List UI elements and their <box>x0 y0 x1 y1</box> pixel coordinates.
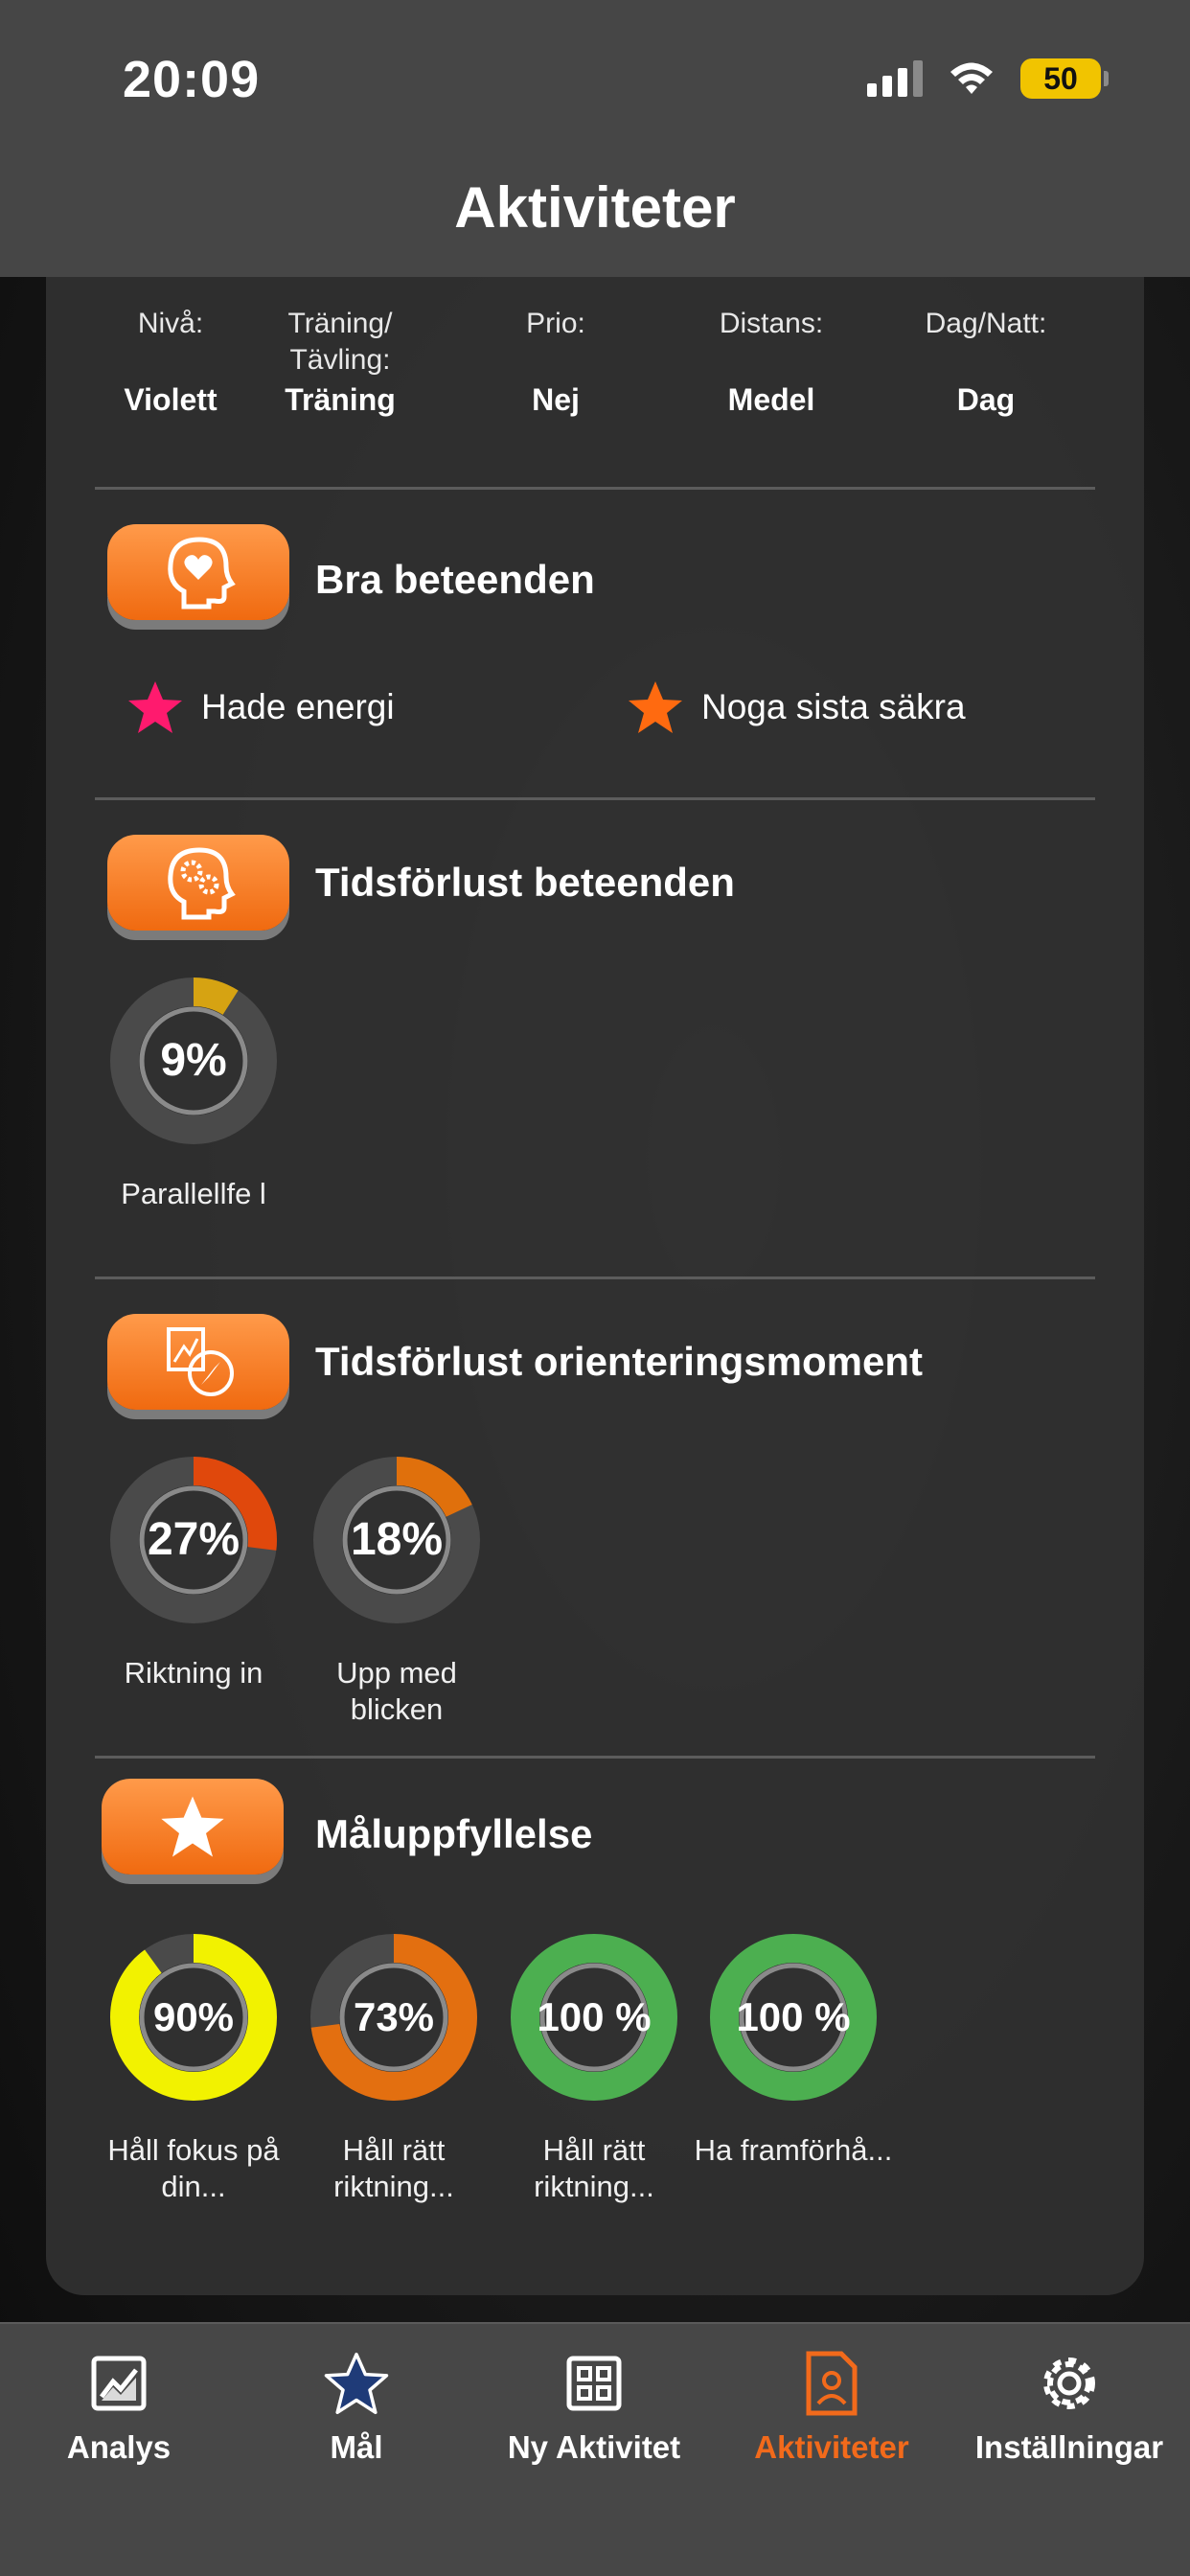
activity-info-row: Nivå: Violett Träning/ Tävling: Träning … <box>46 306 1144 440</box>
divider <box>95 487 1095 490</box>
battery-indicator: 50 <box>1020 58 1109 99</box>
goals-button[interactable] <box>102 1779 284 1874</box>
ring-percent: 90% <box>152 1994 235 2039</box>
ring-chart: 100 % Håll rätt riktning... <box>510 1933 678 2205</box>
grid-icon <box>566 2356 622 2411</box>
good-behavior-item: Noga sista säkra <box>627 679 966 735</box>
ring-chart: 18% Upp med blicken <box>312 1456 481 1728</box>
section-title-timeloss-orientation: Tidsförlust orienteringsmoment <box>315 1339 923 1384</box>
ring-percent: 100 % <box>736 1994 851 2039</box>
signal-icon <box>867 60 923 97</box>
good-behavior-item: Hade energi <box>126 679 395 735</box>
ring-chart: 73% Håll rätt riktning... <box>309 1933 478 2205</box>
ring-label: Ha framförhå... <box>694 2133 893 2167</box>
tab-label: Analys <box>66 2429 172 2465</box>
head-heart-icon <box>168 537 236 610</box>
ring-percent: 100 % <box>537 1994 652 2039</box>
top-bar: 20:09 50 Aktiviteter <box>0 0 1190 277</box>
ring-chart: 90% Håll fokus på din... <box>107 1933 280 2205</box>
tab-label: Mål <box>330 2429 383 2465</box>
timeloss-behavior-button[interactable] <box>107 835 289 931</box>
ring-chart: 9% Parallellfe l <box>109 977 278 1212</box>
divider <box>95 1756 1095 1759</box>
gear-icon <box>1043 2358 1095 2409</box>
divider <box>95 1276 1095 1279</box>
head-gears-icon <box>168 847 236 920</box>
map-compass-icon <box>167 1327 234 1396</box>
star-icon <box>324 2352 389 2415</box>
tab-aktiviteter[interactable]: Aktiviteter <box>713 2345 950 2466</box>
info-training: Träning/ Tävling: Träning <box>285 308 396 417</box>
tab-bar: Analys Mål Ny Aktivitet Aktiviteter Inst… <box>0 2322 1190 2576</box>
divider <box>95 797 1095 800</box>
tab-label: Inställningar <box>974 2429 1164 2465</box>
ring-percent: 9% <box>160 1035 227 1086</box>
status-time: 20:09 <box>123 51 261 108</box>
tab-mal[interactable]: Mål <box>238 2345 475 2466</box>
section-title-goals: Måluppfyllelse <box>315 1811 593 1856</box>
page-title: Aktiviteter <box>454 175 736 240</box>
tab-label: Aktiviteter <box>754 2429 909 2465</box>
star-icon <box>161 1796 224 1857</box>
ring-label: Upp med blicken <box>336 1656 457 1726</box>
star-icon <box>128 681 182 733</box>
ring-percent: 73% <box>353 1994 435 2039</box>
tab-analys[interactable]: Analys <box>0 2345 238 2466</box>
chart-icon <box>91 2356 147 2411</box>
ring-chart: 27% Riktning in <box>109 1456 278 1691</box>
tab-installningar[interactable]: Inställningar <box>950 2345 1188 2466</box>
ring-label: Riktning in <box>124 1656 263 1690</box>
status-icons: 50 <box>867 56 1109 102</box>
section-title-good: Bra beteenden <box>315 557 595 602</box>
ring-label: Håll rätt riktning... <box>534 2133 654 2203</box>
timeloss-orientation-button[interactable] <box>107 1314 289 1410</box>
ring-label: Håll rätt riktning... <box>333 2133 454 2203</box>
good-behavior-button[interactable] <box>107 524 289 620</box>
ring-percent: 27% <box>147 1514 240 1565</box>
ring-chart: 100 % Ha framförhå... <box>695 1933 892 2169</box>
activity-card: Nivå: Violett Träning/ Tävling: Träning … <box>46 277 1144 2295</box>
ring-label: Håll fokus på din... <box>107 2133 280 2203</box>
ring-label: Parallellfe l <box>121 1177 266 1210</box>
info-distance: Distans: Medel <box>719 308 824 417</box>
ring-percent: 18% <box>350 1514 444 1565</box>
document-person-icon <box>806 2351 858 2416</box>
wifi-icon <box>950 62 993 94</box>
info-priority: Prio: Nej <box>526 308 585 417</box>
section-title-timeloss-behavior: Tidsförlust beteenden <box>315 860 735 905</box>
info-level: Nivå: Violett <box>124 308 217 417</box>
star-icon <box>629 681 682 733</box>
info-daynight: Dag/Natt: Dag <box>925 308 1047 417</box>
tab-label: Ny Aktivitet <box>507 2429 681 2465</box>
tab-ny-aktivitet[interactable]: Ny Aktivitet <box>475 2345 713 2466</box>
